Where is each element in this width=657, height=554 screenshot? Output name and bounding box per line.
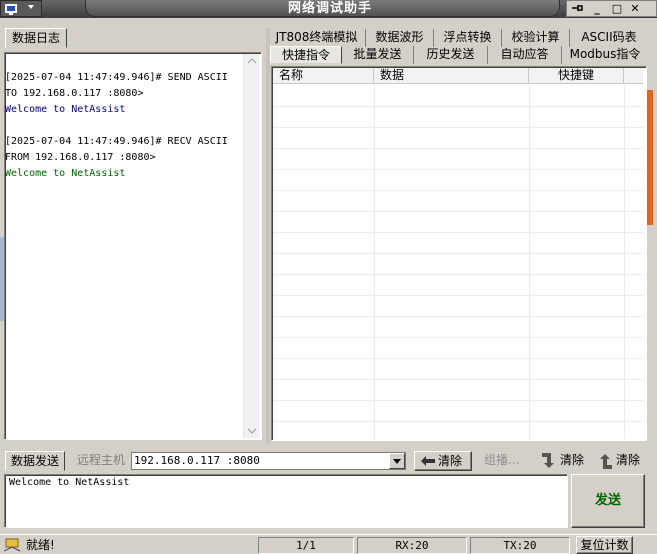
scroll-up-icon[interactable] — [248, 58, 256, 64]
grid-divider — [529, 84, 530, 439]
multicast-button[interactable]: 组播... — [484, 451, 534, 471]
grid-row-line — [273, 274, 643, 275]
grid-divider — [624, 84, 625, 439]
tab-auto-reply[interactable]: 自动应答 — [488, 46, 562, 64]
col-header-hotkey[interactable]: 快捷键 — [529, 68, 624, 84]
status-ready: 就绪! — [26, 538, 55, 552]
clear-button-2[interactable]: 清除 — [540, 451, 590, 471]
grid-row-line — [273, 358, 643, 359]
arrow-down-icon — [542, 453, 554, 468]
minimize-icon[interactable]: _ — [589, 2, 605, 16]
tab-batch-send[interactable]: 批量发送 — [342, 46, 414, 64]
status-rx: RX:20 — [357, 537, 467, 554]
scroll-down-icon[interactable] — [248, 428, 256, 434]
remote-host-dropdown[interactable] — [389, 453, 405, 469]
col-header-data[interactable]: 数据 — [374, 68, 529, 84]
grid-row-line — [273, 253, 643, 254]
log-line: [2025-07-04 11:47:49.946]# RECV ASCII — [5, 136, 228, 147]
maximize-icon[interactable]: □ — [609, 2, 625, 16]
status-page: 1/1 — [258, 537, 354, 554]
status-bar: 就绪! 1/1 RX:20 TX:20 复位计数 — [0, 534, 657, 554]
grid-row-line — [273, 106, 643, 107]
tab-row-tools: JT808终端模拟 数据波形 浮点转换 校验计算 ASCII码表 — [268, 29, 648, 47]
tab-history[interactable]: 历史发送 — [414, 46, 488, 64]
arrow-up-icon — [600, 454, 612, 469]
clear-label: 清除 — [616, 453, 641, 467]
clear-label: 清除 — [438, 454, 463, 468]
tab-waveform[interactable]: 数据波形 — [366, 29, 434, 47]
tab-float-convert[interactable]: 浮点转换 — [434, 29, 502, 47]
tab-data-send[interactable]: 数据发送 — [5, 451, 65, 471]
grid-row-line — [273, 211, 643, 212]
tab-ascii-table[interactable]: ASCII码表 — [570, 29, 648, 47]
grid-header: 名称 数据 快捷键 — [273, 68, 643, 84]
clear-button[interactable]: 清除 — [414, 451, 472, 471]
tab-quick-commands[interactable]: 快捷指令 — [270, 46, 342, 64]
tab-row-commands: 快捷指令 批量发送 历史发送 自动应答 Modbus指令 — [268, 46, 648, 64]
log-line: FROM 192.168.0.117 :8080> — [5, 152, 156, 163]
grid-row-line — [273, 148, 643, 149]
right-scroll-indicator[interactable] — [647, 90, 653, 225]
grid-row-line — [273, 127, 643, 128]
tab-jt808[interactable]: JT808终端模拟 — [268, 29, 366, 47]
log-line: TO 192.168.0.117 :8080> — [5, 88, 144, 99]
remote-host-label: 远程主机 — [77, 453, 126, 467]
grid-divider — [374, 84, 375, 439]
tab-modbus[interactable]: Modbus指令 — [562, 46, 648, 64]
grid-row-line — [273, 169, 643, 170]
grid-row-line — [273, 400, 643, 401]
remote-host-input[interactable]: 192.168.0.117 :8080 — [131, 452, 406, 470]
app-logo-icon — [5, 4, 17, 15]
clear-button-3[interactable]: 清除 — [596, 451, 646, 471]
grid-row-line — [273, 190, 643, 191]
status-tx: TX:20 — [470, 537, 570, 554]
reset-count-button[interactable]: 复位计数 — [576, 536, 633, 554]
pin-icon[interactable] — [569, 2, 585, 16]
grid-row-line — [273, 295, 643, 296]
send-text: Welcome to NetAssist — [9, 477, 130, 488]
grid-row-line — [273, 232, 643, 233]
system-menu-button[interactable] — [0, 0, 42, 17]
pane-splitter[interactable] — [266, 28, 270, 444]
left-dock-handle[interactable] — [0, 237, 4, 321]
log-line: Welcome to NetAssist — [5, 104, 126, 115]
send-button[interactable]: 发送 — [571, 474, 645, 528]
close-icon[interactable]: ✕ — [627, 2, 643, 16]
arrow-left-icon — [421, 456, 435, 466]
tab-checksum[interactable]: 校验计算 — [502, 29, 570, 47]
log-line: [2025-07-04 11:47:49.946]# SEND ASCII — [5, 72, 228, 83]
chevron-down-icon — [28, 5, 34, 9]
col-header-name[interactable]: 名称 — [273, 68, 374, 84]
tab-data-log[interactable]: 数据日志 — [5, 28, 67, 48]
clear-label: 清除 — [560, 453, 585, 467]
log-scrollbar[interactable] — [243, 54, 259, 438]
grid-row-line — [273, 379, 643, 380]
window-title: 网络调试助手 — [287, 1, 372, 16]
grid-row-line — [273, 337, 643, 338]
grid-row-line — [273, 316, 643, 317]
grid-row-line — [273, 421, 643, 422]
status-icon — [4, 538, 21, 552]
log-line: Welcome to NetAssist — [5, 168, 126, 179]
window-buttons: _ □ ✕ — [566, 0, 657, 17]
